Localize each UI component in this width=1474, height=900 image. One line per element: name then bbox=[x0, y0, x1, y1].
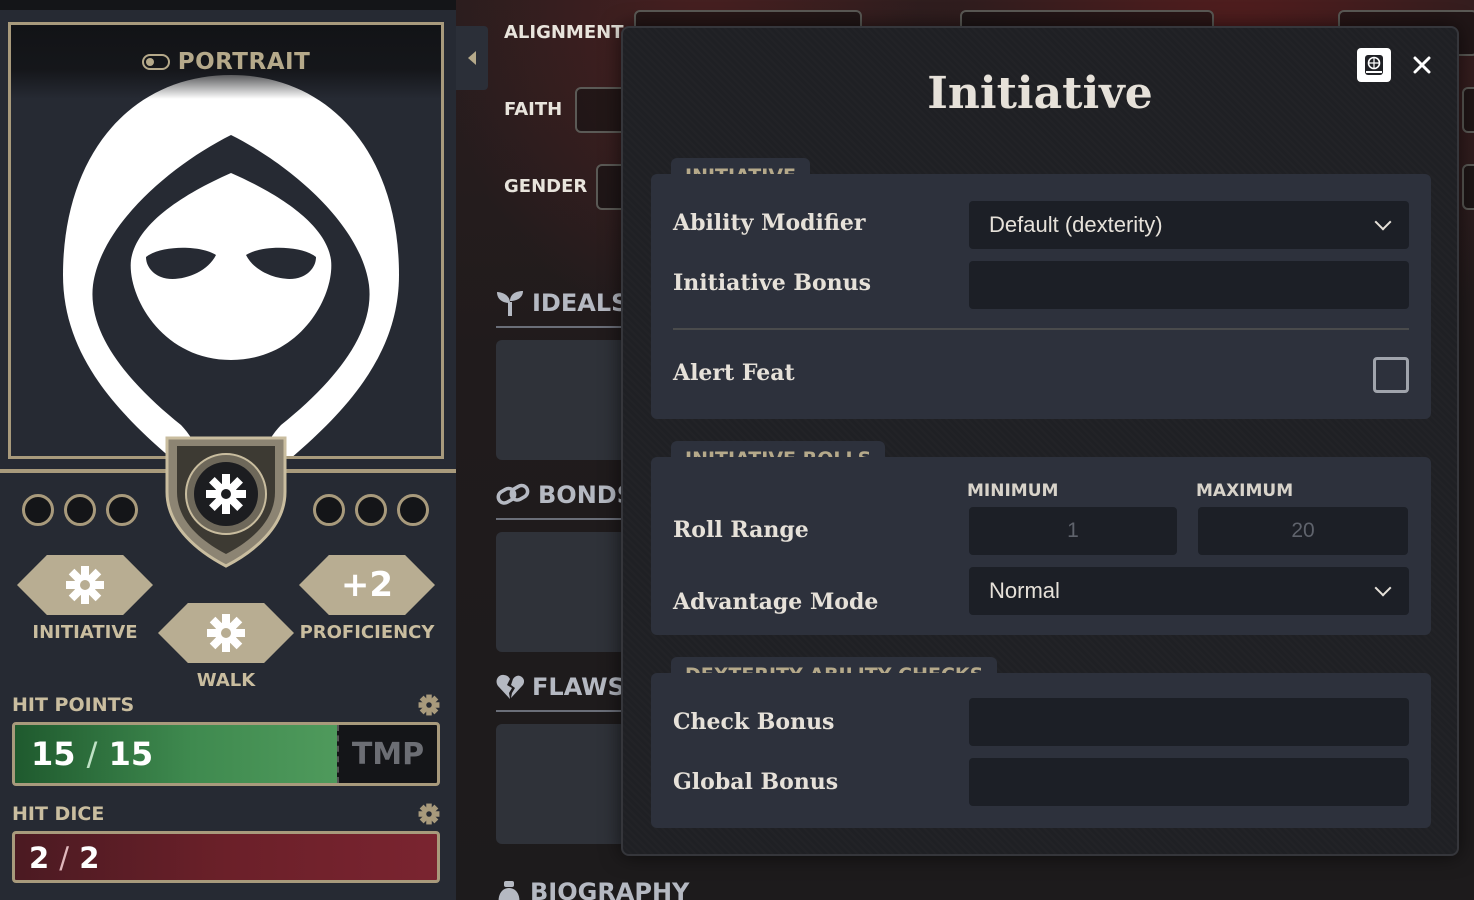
hit-dice-value: 2 / 2 bbox=[29, 841, 99, 875]
walk-badge[interactable] bbox=[158, 603, 294, 663]
bonds-heading: BONDS bbox=[496, 481, 634, 509]
check-bonus-label: Check Bonus bbox=[673, 709, 835, 735]
hit-dice-label: HIT DICE bbox=[12, 803, 105, 825]
hd-max: 2 bbox=[79, 841, 100, 875]
level-emblem-icon[interactable] bbox=[163, 432, 289, 568]
hit-points-settings-gear-icon[interactable] bbox=[418, 694, 440, 716]
proficiency-value: +2 bbox=[340, 565, 394, 605]
advantage-mode-label: Advantage Mode bbox=[673, 589, 879, 615]
alignment-label: ALIGNMENT bbox=[504, 22, 624, 43]
broken-heart-icon bbox=[496, 674, 524, 699]
bag-icon bbox=[498, 881, 520, 900]
pip[interactable] bbox=[355, 494, 387, 526]
biography-label: BIOGRAPHY bbox=[530, 878, 690, 900]
faith-label: FAITH bbox=[504, 99, 563, 120]
alert-feat-checkbox[interactable] bbox=[1373, 357, 1409, 393]
dialog-title: Initiative bbox=[927, 68, 1153, 119]
portrait-toggle[interactable]: PORTRAIT bbox=[11, 25, 441, 99]
dexterity-checks-section: Check Bonus Global Bonus bbox=[651, 673, 1431, 828]
bonds-label: BONDS bbox=[538, 481, 634, 509]
global-bonus-input[interactable] bbox=[969, 758, 1409, 806]
left-pips bbox=[22, 494, 138, 526]
flaws-label: FLAWS bbox=[532, 673, 625, 701]
minimum-roll-input[interactable]: 1 bbox=[969, 507, 1177, 555]
flaws-heading: FLAWS bbox=[496, 673, 625, 701]
maximum-roll-input[interactable]: 20 bbox=[1198, 507, 1408, 555]
initiative-bonus-label: Initiative Bonus bbox=[673, 270, 872, 296]
link-icon bbox=[496, 483, 530, 505]
advantage-mode-select[interactable]: Normal bbox=[969, 567, 1409, 615]
hp-current: 15 bbox=[31, 735, 76, 773]
global-bonus-label: Global Bonus bbox=[673, 769, 839, 795]
hd-separator: / bbox=[59, 841, 70, 875]
portrait-label: PORTRAIT bbox=[177, 49, 311, 75]
check-bonus-input[interactable] bbox=[969, 698, 1409, 746]
sprout-icon bbox=[497, 291, 523, 316]
flaws-textbox[interactable] bbox=[496, 724, 626, 844]
hit-dice-bar[interactable]: 2 / 2 bbox=[12, 831, 440, 883]
gear-icon bbox=[66, 566, 104, 604]
temp-hp-field[interactable]: TMP bbox=[337, 725, 437, 783]
hit-points-value[interactable]: 15 / 15 bbox=[31, 735, 153, 773]
gear-icon bbox=[207, 614, 245, 652]
pip[interactable] bbox=[313, 494, 345, 526]
proficiency-badge[interactable]: +2 bbox=[299, 555, 435, 615]
right-pips bbox=[313, 494, 429, 526]
ideals-textbox[interactable] bbox=[496, 340, 626, 460]
hit-dice-settings-gear-icon[interactable] bbox=[418, 803, 440, 825]
initiative-label: INITIATIVE bbox=[32, 622, 138, 643]
portrait-frame[interactable]: PORTRAIT bbox=[8, 22, 444, 459]
pip[interactable] bbox=[22, 494, 54, 526]
side-input[interactable] bbox=[1462, 87, 1474, 133]
hp-max: 15 bbox=[108, 735, 154, 773]
chevron-down-icon bbox=[1374, 213, 1392, 231]
biography-heading: BIOGRAPHY bbox=[496, 878, 689, 900]
ideals-label: IDEALS bbox=[532, 289, 629, 317]
pip[interactable] bbox=[106, 494, 138, 526]
character-sidebar: PORTRAIT INITIATIVE WALK +2 PROFICIENCY … bbox=[0, 0, 456, 900]
hooded-figure-icon bbox=[63, 75, 399, 456]
initiative-rolls-section: MINIMUM MAXIMUM Roll Range 1 20 Advantag… bbox=[651, 457, 1431, 635]
collapse-sidebar-button[interactable] bbox=[456, 26, 488, 90]
initiative-dialog: Initiative INITIATIVE Ability Modifier D… bbox=[621, 26, 1459, 856]
hit-points-bar[interactable]: 15 / 15 TMP bbox=[12, 722, 440, 786]
hp-separator: / bbox=[86, 735, 98, 773]
ability-modifier-select[interactable]: Default (dexterity) bbox=[969, 201, 1409, 249]
minimum-label: MINIMUM bbox=[967, 481, 1059, 501]
chevron-down-icon bbox=[1374, 579, 1392, 597]
ability-modifier-label: Ability Modifier bbox=[673, 210, 866, 236]
maximum-label: MAXIMUM bbox=[1196, 481, 1294, 501]
initiative-badge[interactable] bbox=[17, 555, 153, 615]
advantage-mode-value: Normal bbox=[989, 578, 1060, 603]
ideals-heading: IDEALS bbox=[496, 289, 628, 317]
proficiency-label: PROFICIENCY bbox=[299, 622, 435, 643]
alert-feat-label: Alert Feat bbox=[673, 360, 795, 386]
toggle-icon bbox=[141, 54, 170, 70]
ability-modifier-value: Default (dexterity) bbox=[989, 212, 1163, 237]
hit-points-label: HIT POINTS bbox=[12, 694, 135, 716]
pip[interactable] bbox=[397, 494, 429, 526]
roll-range-label: Roll Range bbox=[673, 517, 809, 543]
gender-label: GENDER bbox=[504, 176, 588, 197]
pip[interactable] bbox=[64, 494, 96, 526]
initiative-bonus-input[interactable] bbox=[969, 261, 1409, 309]
bonds-textbox[interactable] bbox=[496, 532, 626, 652]
hd-current: 2 bbox=[29, 841, 50, 875]
walk-label: WALK bbox=[196, 670, 256, 691]
side-input[interactable] bbox=[1462, 164, 1474, 210]
initiative-section: Ability Modifier Default (dexterity) Ini… bbox=[651, 174, 1431, 419]
